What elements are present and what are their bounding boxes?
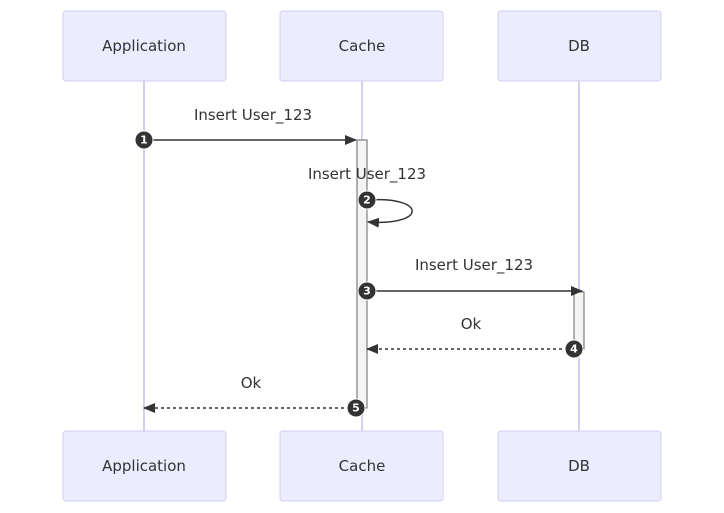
sequence-number: 5 xyxy=(352,402,360,415)
actor-label: Cache xyxy=(339,37,386,55)
sequence-number: 4 xyxy=(570,343,578,356)
message-label: Insert User_123 xyxy=(308,165,426,184)
actor-db-top[interactable]: DB xyxy=(497,10,662,82)
sequence-number: 2 xyxy=(363,194,371,207)
message-4[interactable]: Ok 4 xyxy=(366,315,584,359)
message-label: Insert User_123 xyxy=(194,106,312,125)
actor-label: Cache xyxy=(339,457,386,475)
message-3[interactable]: Insert User_123 3 xyxy=(357,256,583,301)
actor-label: Application xyxy=(102,37,186,55)
message-5[interactable]: Ok 5 xyxy=(143,374,366,418)
actor-label: DB xyxy=(568,457,590,475)
actor-label: Application xyxy=(102,457,186,475)
actor-application-top[interactable]: Application xyxy=(62,10,227,82)
actor-label: DB xyxy=(568,37,590,55)
actor-application-bottom[interactable]: Application xyxy=(62,430,227,502)
sequence-number: 1 xyxy=(140,134,148,147)
sequence-number: 3 xyxy=(363,285,371,298)
message-label: Insert User_123 xyxy=(415,256,533,275)
message-label: Ok xyxy=(241,374,262,392)
message-1[interactable]: Insert User_123 1 xyxy=(134,106,357,150)
message-label: Ok xyxy=(461,315,482,333)
actor-db-bottom[interactable]: DB xyxy=(497,430,662,502)
sequence-diagram: Application Cache DB Insert User_123 1 I… xyxy=(62,10,662,502)
actor-cache-bottom[interactable]: Cache xyxy=(279,430,444,502)
actor-cache-top[interactable]: Cache xyxy=(279,10,444,82)
